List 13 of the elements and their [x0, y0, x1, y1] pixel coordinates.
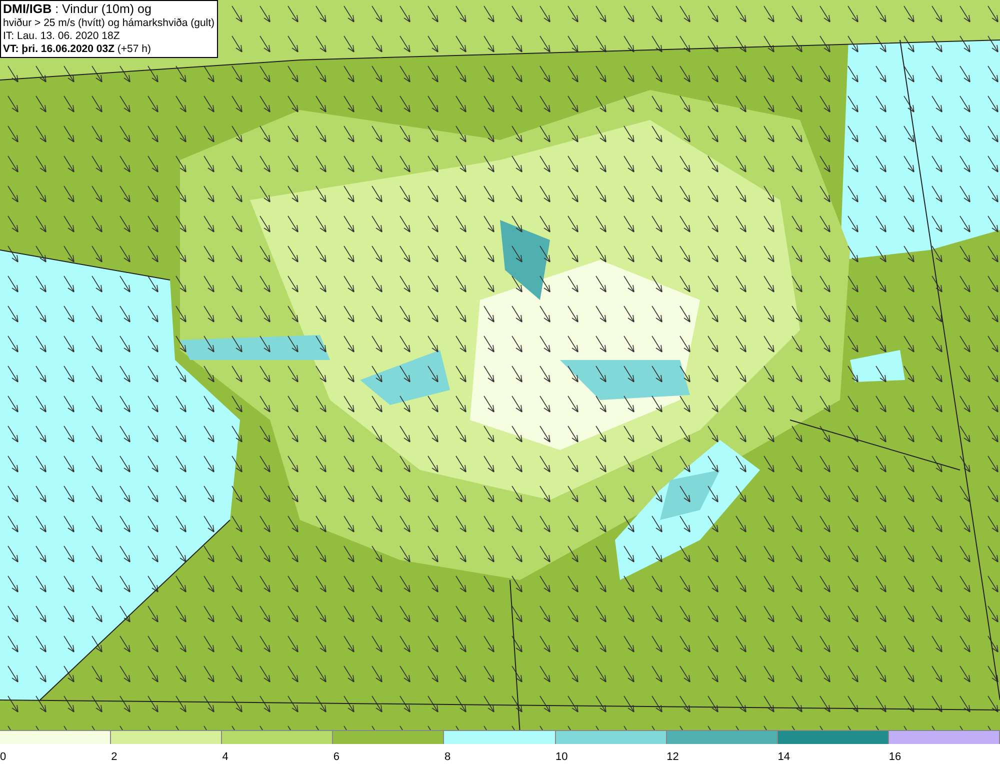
title-line: VT: þri. 16.06.2020 03Z (+57 h)	[3, 43, 152, 56]
legend-label: 2	[111, 751, 118, 763]
legend-label: 12	[666, 751, 679, 763]
legend-label: 16	[888, 751, 902, 763]
legend-label: 14	[778, 751, 790, 763]
legend-label: 4	[222, 751, 228, 763]
legend-label: 10	[556, 751, 568, 763]
title-line: hviður > 25 m/s (hvítt) og hámarkshviða (gult)	[3, 17, 215, 30]
legend-label: 0	[0, 751, 6, 763]
title-line: IT: Lau. 13. 06. 2020 18Z	[3, 30, 121, 43]
title-line: DMI/IGB : Vindur (10m) og	[3, 2, 152, 17]
legend-label: 8	[444, 751, 451, 763]
legend-label: 6	[333, 751, 340, 763]
